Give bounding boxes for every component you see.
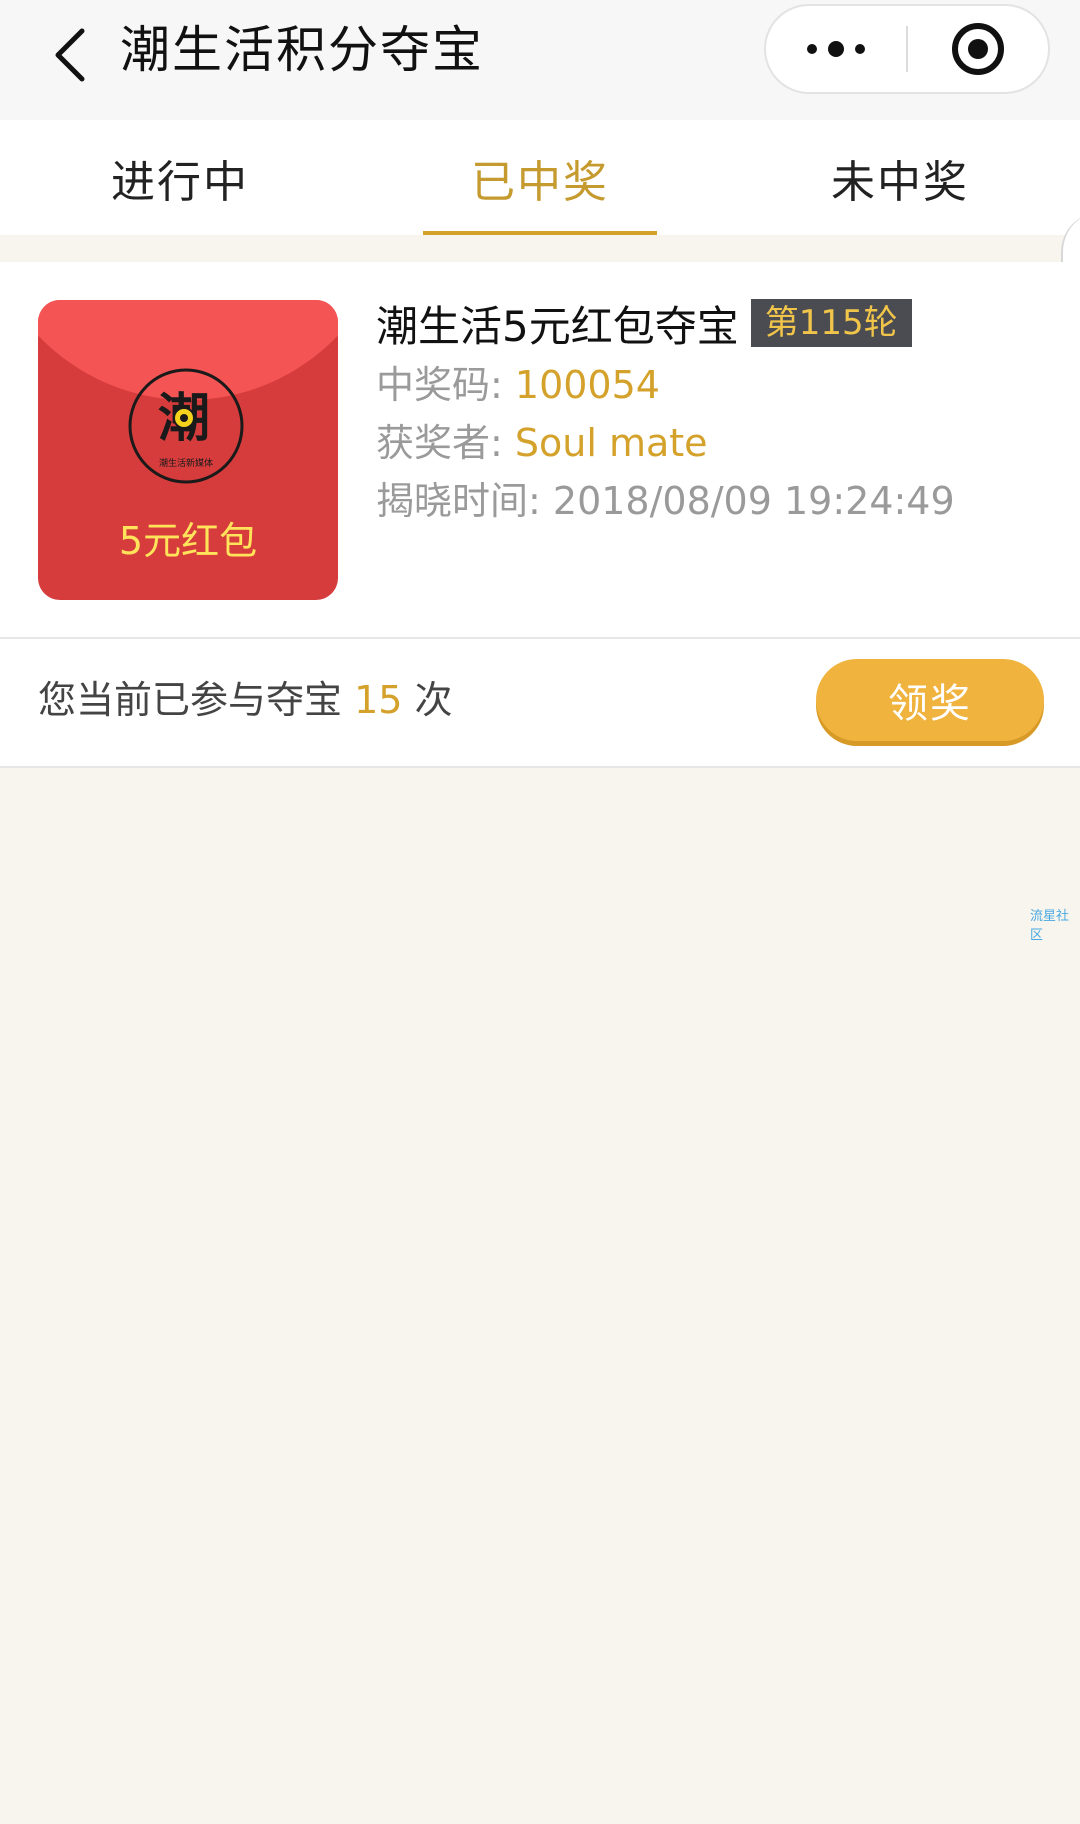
- more-dots-icon: [807, 41, 865, 57]
- svg-text:潮生活新媒体: 潮生活新媒体: [159, 457, 213, 469]
- mini-program-capsule: [764, 4, 1050, 94]
- target-circle-icon: [951, 23, 1004, 75]
- thumbnail-label: 5元红包: [118, 519, 258, 563]
- more-button[interactable]: [766, 6, 906, 92]
- navigation-bar: 潮生活积分夺宝: [0, 0, 1080, 120]
- prize-title-row: 潮生活5元红包夺宝 第115轮: [376, 290, 1040, 356]
- participation-prefix: 您当前已参与夺宝: [38, 678, 355, 722]
- participation-text: 您当前已参与夺宝 15 次: [38, 675, 453, 725]
- participation-bar: 您当前已参与夺宝 15 次 领奖: [0, 639, 1080, 768]
- round-badge: 第115轮: [750, 299, 912, 347]
- participation-suffix: 次: [402, 678, 453, 722]
- winner-value: Soul mate: [514, 421, 708, 465]
- winner-line: 获奖者: Soul mate: [376, 414, 1040, 472]
- prize-title: 潮生活5元红包夺宝: [376, 301, 739, 351]
- draw-time-line: 揭晓时间: 2018/08/09 19:24:49: [376, 472, 1040, 530]
- watermark: 流星社区: [1030, 909, 1070, 943]
- draw-time-label: 揭晓时间:: [376, 479, 553, 523]
- tab-bar: 进行中 已中奖 未中奖: [0, 120, 1080, 235]
- winner-label: 获奖者:: [376, 421, 515, 465]
- draw-time-value: 2018/08/09 19:24:49: [552, 479, 955, 523]
- red-envelope-thumbnail: 潮 潮生活新媒体 5元红包: [38, 300, 338, 600]
- participation-count: 15: [354, 678, 403, 722]
- chevron-left-icon: [55, 28, 85, 82]
- prize-card[interactable]: 潮 潮生活新媒体 5元红包 潮生活5元红包夺宝 第115轮 中奖码: 10005…: [0, 262, 1080, 639]
- back-button[interactable]: [30, 15, 110, 95]
- tab-not-won[interactable]: 未中奖: [720, 120, 1080, 235]
- winning-code-label: 中奖码:: [376, 363, 515, 407]
- brand-logo-icon: 潮 潮生活新媒体: [128, 368, 244, 484]
- prize-info: 潮生活5元红包夺宝 第115轮 中奖码: 100054 获奖者: Soul ma…: [376, 290, 1040, 530]
- tab-won[interactable]: 已中奖: [360, 120, 720, 235]
- close-mini-program-button[interactable]: [908, 6, 1048, 92]
- claim-prize-button[interactable]: 领奖: [816, 659, 1044, 741]
- tab-in-progress[interactable]: 进行中: [0, 120, 360, 235]
- page-title: 潮生活积分夺宝: [120, 21, 484, 79]
- winning-code-value: 100054: [514, 363, 660, 407]
- winning-code-line: 中奖码: 100054: [376, 356, 1040, 414]
